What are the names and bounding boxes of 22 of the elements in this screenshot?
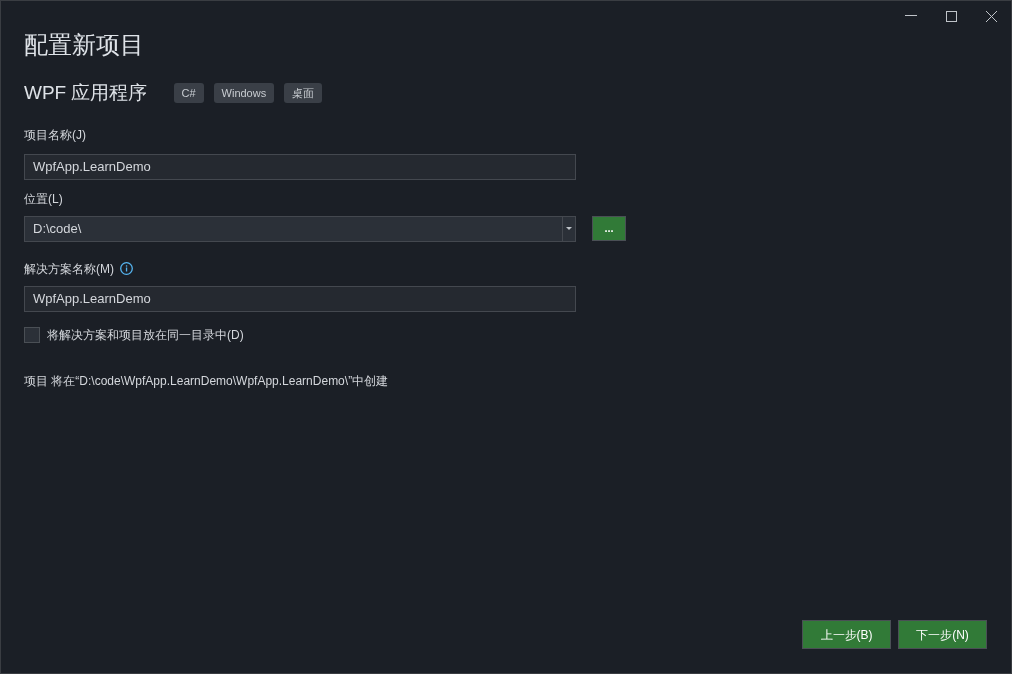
tag: C# — [173, 83, 204, 104]
path-note: 项目 将在“D:\code\WpfApp.LearnDemo\WpfApp.LearnDemo\”中创建 — [24, 372, 389, 390]
maximize-icon — [945, 10, 957, 22]
close-icon — [985, 10, 997, 22]
next-button[interactable]: 下一步(N) — [898, 620, 987, 649]
template-name: WPF 应用程序 — [24, 81, 148, 105]
solution-name-field[interactable]: WpfApp.LearnDemo — [24, 285, 576, 312]
tag: Windows — [213, 83, 275, 104]
back-button[interactable]: 上一步(B) — [802, 620, 891, 649]
field-label: 解决方案名称(M) — [24, 260, 114, 278]
info-icon[interactable] — [120, 262, 133, 275]
project-name-field[interactable]: WpfApp.LearnDemo — [24, 153, 576, 180]
tag: 桌面 — [284, 83, 323, 104]
browse-button[interactable]: ... — [592, 216, 626, 241]
dropdown-arrow-icon — [566, 227, 572, 230]
field-label: 位置(L) — [24, 190, 63, 208]
field-label: 项目名称(J) — [24, 126, 86, 144]
location-dropdown[interactable]: D:\code\ — [24, 215, 576, 242]
minimize-icon — [905, 15, 917, 17]
checkbox[interactable] — [24, 326, 40, 343]
checkbox-label: 将解决方案和项目放在同一目录中(D) — [47, 326, 244, 344]
page-title: 配置新项目 — [24, 30, 144, 60]
